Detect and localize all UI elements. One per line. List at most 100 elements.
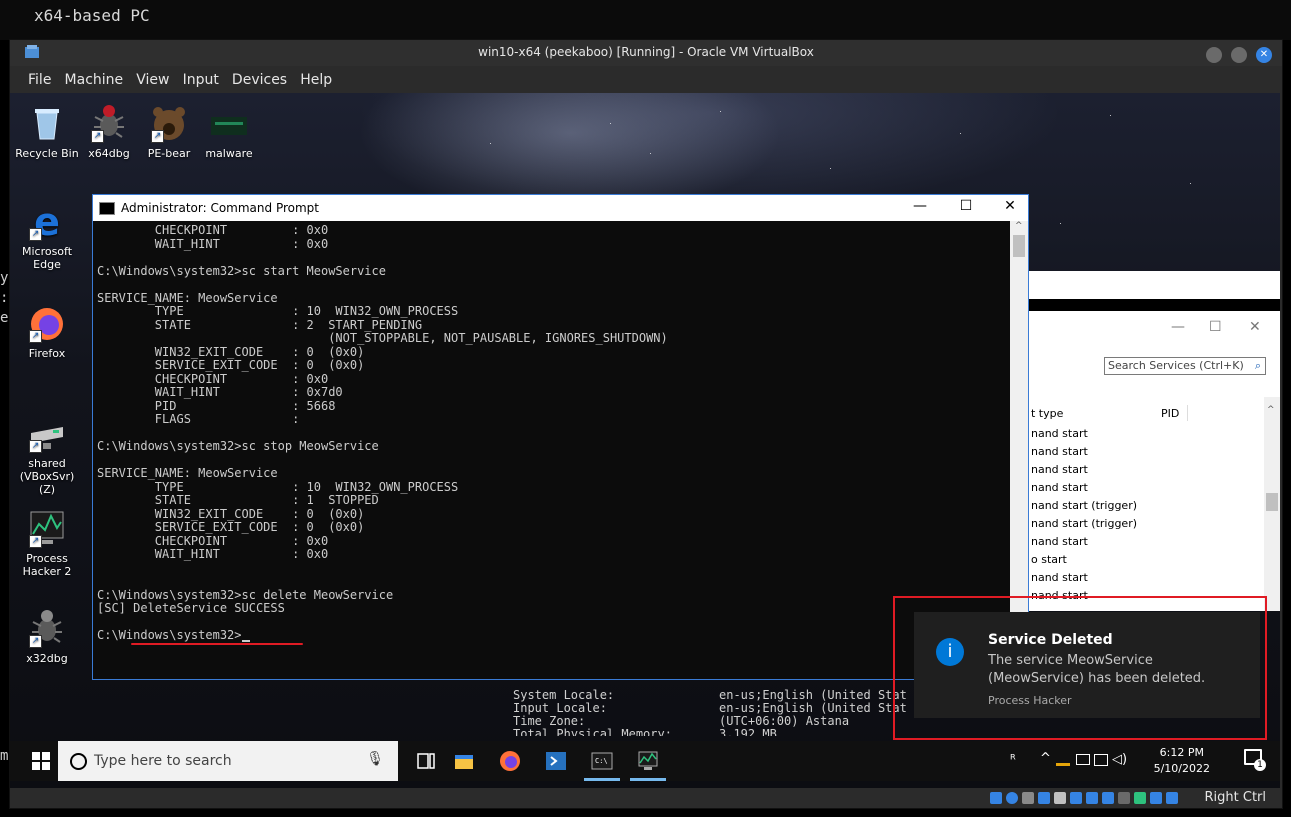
column-start-type[interactable]: t type [1031, 407, 1063, 420]
bug-icon: ↗ [89, 103, 129, 143]
desktop-icon-shared-drive[interactable]: ↗ shared (VBoxSvr) (Z) [12, 413, 82, 496]
optical-icon[interactable] [1006, 792, 1018, 804]
network-icon[interactable] [1038, 792, 1050, 804]
clock[interactable]: 6:12 PM 5/10/2022 [1154, 745, 1210, 777]
shared-folders-icon[interactable] [1070, 792, 1082, 804]
services-minimize-button[interactable]: — [1171, 319, 1185, 335]
cpu-icon[interactable] [1118, 792, 1130, 804]
services-close-button[interactable]: ✕ [1249, 319, 1261, 335]
command-prompt-window[interactable]: Administrator: Command Prompt — ☐ ✕ CHEC… [92, 194, 1029, 680]
sysinfo-value: (UTC+06:00) Astana [719, 714, 850, 728]
menu-file[interactable]: File [24, 68, 55, 88]
network-tray-icon[interactable] [1094, 754, 1108, 766]
guest-desktop: Recycle Bin ↗ x64dbg ↗ PE-bear malware e… [10, 93, 1280, 788]
services-column-header: t type PID [1027, 403, 1263, 423]
clock-date: 5/10/2022 [1153, 762, 1210, 775]
cmd-titlebar[interactable]: Administrator: Command Prompt — ☐ ✕ [93, 195, 1028, 221]
virtualbox-titlebar[interactable]: win10-x64 (peekaboo) [Running] - Oracle … [10, 40, 1282, 66]
notification-count-badge: 1 [1254, 759, 1266, 771]
list-item[interactable]: nand start [1031, 535, 1088, 548]
firefox-icon[interactable] [498, 749, 522, 773]
cmd-output-line: C:\Windows\system32> [97, 628, 242, 642]
mouse-integration-icon[interactable] [1150, 792, 1162, 804]
process-hacker-icon: ↗ [27, 508, 67, 548]
desktop-icon-x32dbg[interactable]: ↗ x32dbg [12, 608, 82, 665]
host-fragment: : [0, 290, 9, 306]
sysinfo-value: 3,192 MB [719, 728, 777, 736]
window-title: win10-x64 (peekaboo) [Running] - Oracle … [478, 45, 814, 59]
cmd-title: Administrator: Command Prompt [121, 201, 319, 215]
list-item[interactable]: nand start (trigger) [1031, 499, 1137, 512]
taskbar-search-input[interactable]: Type here to search 🎙 [58, 741, 398, 781]
menu-machine[interactable]: Machine [61, 68, 128, 88]
desktop-icon-malware[interactable]: malware [194, 103, 264, 160]
list-item[interactable]: nand start [1031, 445, 1088, 458]
cmd-output-line: C:\Windows\system32>sc stop MeowService [97, 439, 379, 453]
list-item[interactable]: nand start [1031, 481, 1088, 494]
virtualbox-menubar: File Machine View Input Devices Help [10, 66, 1282, 92]
list-item[interactable]: nand start [1031, 463, 1088, 476]
cmd-output[interactable]: CHECKPOINT : 0x0 WAIT_HINT : 0x0 C:\Windo… [93, 221, 1008, 679]
display-tray-icon[interactable] [1076, 754, 1090, 765]
people-icon[interactable]: ᴿ [1010, 753, 1016, 768]
keyboard-icon[interactable] [1166, 792, 1178, 804]
cmd-output-line: WAIT_HINT : 0x0 [97, 547, 329, 561]
windows-start-icon[interactable] [32, 752, 50, 770]
command-prompt-taskbar-icon[interactable]: C:\ [590, 749, 614, 773]
list-item[interactable]: nand start (trigger) [1031, 517, 1137, 530]
process-hacker-taskbar-icon[interactable] [636, 749, 660, 773]
host-key-label: Right Ctrl [1204, 790, 1267, 805]
menu-input[interactable]: Input [179, 68, 223, 88]
bug-icon: ↗ [27, 608, 67, 648]
cmd-maximize-button[interactable]: ☐ [951, 198, 981, 214]
volume-icon[interactable]: ◁) [1112, 752, 1127, 767]
edge-icon: e ↗ [27, 200, 67, 244]
services-scrollbar[interactable]: ^ [1264, 397, 1280, 611]
clock-time: 6:12 PM [1159, 746, 1204, 759]
list-item[interactable]: o start [1031, 553, 1067, 566]
virtualbox-statusbar: Right Ctrl [10, 788, 1282, 808]
cmd-output-line: [SC] DeleteService SUCCESS [97, 601, 285, 615]
cmd-minimize-button[interactable]: — [905, 198, 935, 214]
chevron-up-icon[interactable]: ^ [1040, 751, 1051, 766]
text-cursor [241, 640, 250, 642]
menu-help[interactable]: Help [296, 68, 336, 88]
audio-icon[interactable] [1022, 792, 1034, 804]
menu-devices[interactable]: Devices [228, 68, 291, 88]
file-explorer-icon[interactable] [452, 749, 476, 773]
recording-icon[interactable] [1102, 792, 1114, 804]
services-window: — ☐ ✕ Search Services (Ctrl+K) ⌕ t type … [1027, 271, 1280, 611]
list-item[interactable]: nand start [1031, 427, 1088, 440]
virtualization-icon[interactable] [1134, 792, 1146, 804]
close-button[interactable]: ✕ [1256, 46, 1272, 63]
cmd-scroll-thumb[interactable] [1013, 235, 1025, 257]
action-center-icon[interactable]: 1 [1244, 749, 1266, 771]
taskbar: Type here to search 🎙 C:\ ᴿ ^ ◁) 6:12 PM… [10, 741, 1280, 781]
sysinfo-label: Time Zone: [513, 714, 586, 728]
list-item[interactable]: nand start [1031, 571, 1088, 584]
battery-icon[interactable] [1056, 763, 1070, 766]
desktop-icon-edge[interactable]: e ↗ Microsoft Edge [12, 200, 82, 271]
column-pid[interactable]: PID [1161, 407, 1179, 420]
annotation-box [893, 596, 1267, 740]
search-icon: ⌕ [1254, 359, 1261, 372]
services-panel: — ☐ ✕ Search Services (Ctrl+K) ⌕ t type … [1027, 311, 1280, 611]
desktop-icon-firefox[interactable]: ↗ Firefox [12, 303, 82, 360]
display-icon[interactable] [1086, 792, 1098, 804]
task-view-icon[interactable] [414, 749, 438, 773]
cmd-close-button[interactable]: ✕ [995, 198, 1025, 214]
desktop-icon-process-hacker[interactable]: ↗ Process Hacker 2 [12, 508, 82, 578]
services-maximize-button[interactable]: ☐ [1209, 319, 1222, 335]
microphone-icon[interactable]: 🎙 [366, 751, 384, 767]
services-search-input[interactable]: Search Services (Ctrl+K) ⌕ [1104, 357, 1266, 375]
desktop-icon-recycle-bin[interactable]: Recycle Bin [12, 103, 82, 160]
menu-view[interactable]: View [132, 68, 173, 88]
cmd-output-line: FLAGS : [97, 412, 300, 426]
maximize-button[interactable] [1230, 46, 1247, 63]
minimize-button[interactable] [1205, 46, 1222, 63]
host-terminal: x64-based PC [0, 0, 1291, 40]
powershell-icon[interactable] [544, 749, 568, 773]
hdd-icon[interactable] [990, 792, 1002, 804]
search-icon [70, 753, 87, 770]
usb-icon[interactable] [1054, 792, 1066, 804]
